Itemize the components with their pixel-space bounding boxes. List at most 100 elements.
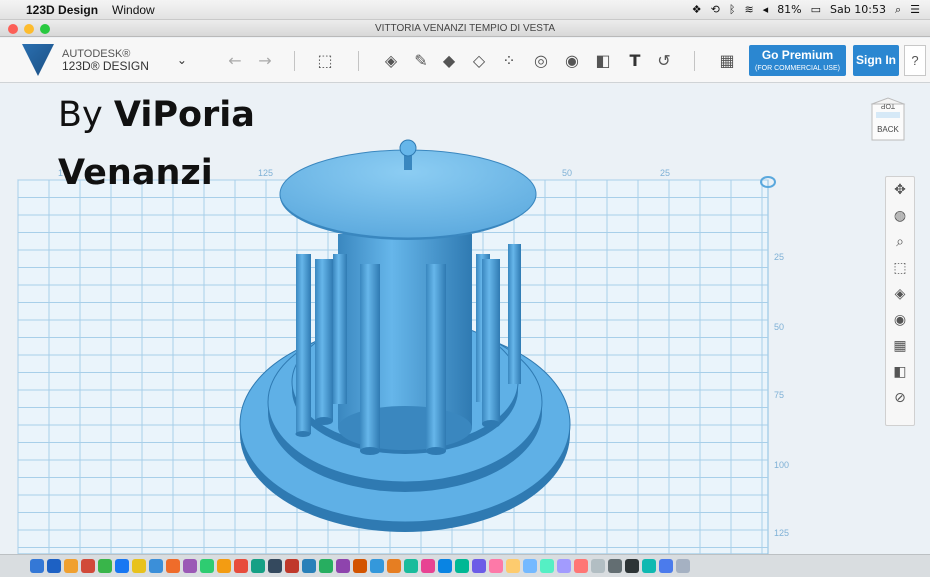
toolbar-divider — [358, 51, 359, 71]
author-credit: By ViPoria Venanzi — [58, 86, 255, 202]
dock-app-icon[interactable] — [268, 559, 282, 573]
dock-app-icon[interactable] — [676, 559, 690, 573]
brand-line2: 123D® DESIGN — [62, 58, 149, 73]
redo-icon[interactable]: → — [256, 47, 274, 73]
dock-app-icon[interactable] — [115, 559, 129, 573]
time-machine-icon[interactable]: ⟲ — [711, 3, 720, 16]
clock[interactable]: Sab 10:53 — [830, 3, 886, 16]
window-title: VITTORIA VENANZI TEMPIO DI VESTA — [374, 23, 556, 34]
dock-app-icon[interactable] — [523, 559, 537, 573]
dropbox-icon[interactable]: ❖ — [692, 3, 702, 16]
dock-app-icon[interactable] — [302, 559, 316, 573]
construct-icon[interactable]: ◆ — [438, 47, 460, 73]
visibility-icon[interactable]: ◉ — [886, 307, 914, 333]
ruler-right-label: 100 — [774, 460, 789, 470]
dock-app-icon[interactable] — [285, 559, 299, 573]
dock-app-icon[interactable] — [234, 559, 248, 573]
status-area: ❖ ⟲ ᛒ ≋ ◂ 81% ▭ Sab 10:53 ⌕ ☰ — [692, 3, 920, 17]
app-menu[interactable]: 123D Design — [26, 3, 98, 17]
window-controls — [8, 24, 50, 34]
dock-app-icon[interactable] — [608, 559, 622, 573]
dock-app-icon[interactable] — [387, 559, 401, 573]
dock-app-icon[interactable] — [506, 559, 520, 573]
pan-icon[interactable]: ✥ — [886, 177, 914, 203]
material-icon[interactable]: ◧ — [886, 359, 914, 385]
bluetooth-icon[interactable]: ᛒ — [729, 3, 736, 16]
dock-app-icon[interactable] — [81, 559, 95, 573]
dock-app-icon[interactable] — [574, 559, 588, 573]
sign-in-button[interactable]: Sign In — [853, 45, 899, 76]
viewcube-top-label: TOP — [881, 102, 896, 109]
credit-name-line1: ViPoria — [113, 95, 255, 135]
dock-app-icon[interactable] — [166, 559, 180, 573]
view-cube-icon[interactable]: ◈ — [886, 281, 914, 307]
dock-app-icon[interactable] — [30, 559, 44, 573]
grid-icon[interactable]: ▦ — [886, 333, 914, 359]
volume-icon[interactable]: ◂ — [763, 3, 769, 16]
notification-center-icon[interactable]: ☰ — [910, 3, 920, 16]
pattern-icon[interactable]: ⁘ — [498, 47, 520, 73]
dock-app-icon[interactable] — [319, 559, 333, 573]
material-icon[interactable]: ▦ — [716, 47, 738, 73]
sketch-icon[interactable]: ✎ — [410, 47, 432, 73]
viewport-canvas[interactable]: 17 125 50 25 25 50 75 100 125 By ViPoria… — [0, 84, 930, 554]
dock-app-icon[interactable] — [489, 559, 503, 573]
dock-app-icon[interactable] — [251, 559, 265, 573]
dock-app-icon[interactable] — [183, 559, 197, 573]
zoom-button[interactable] — [40, 24, 50, 34]
dock-app-icon[interactable] — [642, 559, 656, 573]
dock-app-icon[interactable] — [421, 559, 435, 573]
view-cube[interactable]: TOP BACK — [868, 94, 908, 144]
dock-app-icon[interactable] — [200, 559, 214, 573]
dock-app-icon[interactable] — [591, 559, 605, 573]
measure-icon[interactable]: ◧ — [592, 47, 614, 73]
go-premium-button[interactable]: Go Premium (FOR COMMERCIAL USE) — [749, 45, 846, 76]
ruler-top-label: 50 — [562, 168, 572, 178]
battery-percent[interactable]: 81% — [777, 3, 801, 16]
zoom-icon[interactable]: ⌕ — [886, 229, 914, 255]
dock-app-icon[interactable] — [404, 559, 418, 573]
window-menu[interactable]: Window — [112, 3, 155, 17]
minimize-button[interactable] — [24, 24, 34, 34]
ruler-right-label: 125 — [774, 528, 789, 538]
ruler-right-label: 25 — [774, 252, 784, 262]
modify-icon[interactable]: ◇ — [468, 47, 490, 73]
app-logo[interactable]: AUTODESK® 123D® DESIGN — [22, 44, 149, 76]
dock-app-icon[interactable] — [217, 559, 231, 573]
ruler-top-label: 25 — [660, 168, 670, 178]
dock-app-icon[interactable] — [64, 559, 78, 573]
chevron-down-icon[interactable]: ⌄ — [177, 53, 187, 67]
dock-app-icon[interactable] — [659, 559, 673, 573]
dock-app-icon[interactable] — [540, 559, 554, 573]
dock-app-icon[interactable] — [47, 559, 61, 573]
snap-icon[interactable]: ↺ — [653, 47, 675, 73]
dock-app-icon[interactable] — [455, 559, 469, 573]
dock-app-icon[interactable] — [370, 559, 384, 573]
dock-app-icon[interactable] — [336, 559, 350, 573]
orbit-icon[interactable]: ◍ — [886, 203, 914, 229]
battery-icon[interactable]: ▭ — [811, 3, 821, 16]
grouping-icon[interactable]: ◎ — [530, 47, 552, 73]
dock-app-icon[interactable] — [353, 559, 367, 573]
text-icon[interactable]: T — [624, 47, 646, 73]
undo-icon[interactable]: ← — [226, 47, 244, 73]
dock-app-icon[interactable] — [438, 559, 452, 573]
dock-app-icon[interactable] — [132, 559, 146, 573]
premium-sublabel: (FOR COMMERCIAL USE) — [755, 65, 840, 72]
fit-icon[interactable]: ⬚ — [886, 255, 914, 281]
primitives-icon[interactable]: ◈ — [380, 47, 402, 73]
dock-app-icon[interactable] — [557, 559, 571, 573]
viewcube-back-label: BACK — [877, 125, 899, 134]
close-button[interactable] — [8, 24, 18, 34]
dock-app-icon[interactable] — [98, 559, 112, 573]
transform-icon[interactable]: ⬚ — [314, 47, 336, 73]
help-button[interactable]: ? — [904, 45, 926, 76]
dock-app-icon[interactable] — [472, 559, 486, 573]
dock-app-icon[interactable] — [149, 559, 163, 573]
spotlight-icon[interactable]: ⌕ — [895, 3, 901, 17]
toolbar-divider — [694, 51, 695, 71]
dock-app-icon[interactable] — [625, 559, 639, 573]
hide-icon[interactable]: ⊘ — [886, 385, 914, 411]
wifi-icon[interactable]: ≋ — [744, 3, 753, 16]
combine-icon[interactable]: ◉ — [561, 47, 583, 73]
